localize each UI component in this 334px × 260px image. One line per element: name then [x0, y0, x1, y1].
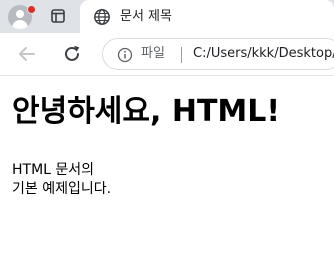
tab-active[interactable]: 문서 제목	[80, 0, 334, 36]
url-text[interactable]: C:/Users/kkk/Desktop/	[193, 45, 334, 63]
profile-notification-badge	[27, 5, 36, 14]
globe-icon	[94, 9, 110, 25]
page-paragraph: HTML 문서의 기본 예제입니다.	[12, 161, 111, 199]
arrow-left-icon[interactable]	[16, 43, 38, 65]
window-tabs-icon[interactable]	[51, 9, 65, 23]
reload-icon[interactable]	[61, 43, 83, 65]
info-circle-icon[interactable]	[117, 47, 133, 63]
page-content: 안녕하세요, HTML! HTML 문서의 기본 예제입니다.	[0, 76, 334, 260]
browser-toolbar: 파일 C:/Users/kkk/Desktop/	[0, 33, 334, 76]
paragraph-line-1: HTML 문서의	[12, 162, 95, 178]
tab-title: 문서 제목	[120, 9, 172, 24]
address-bar[interactable]: 파일 C:/Users/kkk/Desktop/	[102, 38, 334, 70]
profile-avatar-head	[16, 10, 24, 18]
omnibox-divider	[181, 47, 182, 63]
tab-strip: 문서 제목	[0, 0, 334, 36]
browser-window: 문서 제목 파일 C:/Users/kkk/Desktop/ 안녕하세요, HT…	[0, 0, 334, 260]
page-heading: 안녕하세요, HTML!	[12, 94, 281, 129]
paragraph-line-2: 기본 예제입니다.	[12, 181, 112, 197]
site-scheme-label: 파일	[141, 46, 165, 61]
profile-avatar-body	[12, 20, 28, 29]
